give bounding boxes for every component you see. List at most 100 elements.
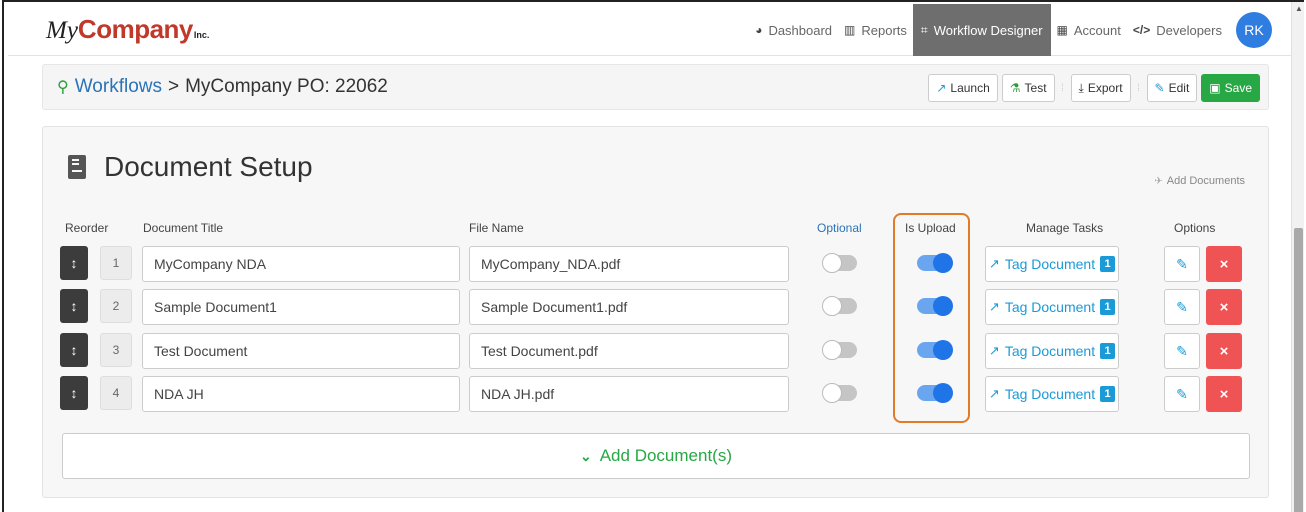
- nav-label: Developers: [1156, 22, 1222, 38]
- company-logo[interactable]: My Company Inc.: [46, 14, 209, 45]
- breadcrumb-workflows-link[interactable]: Workflows: [75, 76, 162, 98]
- reorder-handle[interactable]: ↕: [60, 376, 88, 410]
- chevron-down-icon: ⌄: [579, 447, 592, 464]
- task-count-badge: 1: [1100, 386, 1116, 402]
- row-number: 1: [100, 246, 132, 280]
- edit-document-button[interactable]: ✎: [1164, 246, 1200, 282]
- pencil-icon: ✎: [1176, 385, 1188, 402]
- pencil-icon: ✎: [1176, 342, 1188, 359]
- document-title-input[interactable]: MyCompany NDA: [142, 246, 460, 282]
- header-document-title: Document Title: [143, 221, 224, 235]
- reorder-handle[interactable]: ↕: [60, 246, 88, 280]
- delete-document-button[interactable]: ×: [1206, 246, 1242, 282]
- row-number: 2: [100, 289, 132, 323]
- breadcrumb-bar: ⚲ Workflows > MyCompany PO: 22062 ↗ Laun…: [42, 64, 1269, 110]
- user-avatar[interactable]: RK: [1236, 12, 1272, 48]
- file-name-input[interactable]: NDA JH.pdf: [469, 376, 789, 412]
- optional-toggle[interactable]: [822, 253, 857, 273]
- nav-item-account[interactable]: ▦ Account: [1051, 4, 1127, 56]
- launch-button[interactable]: ↗ Launch: [928, 74, 998, 102]
- launch-label: Launch: [950, 81, 990, 95]
- export-label: Export: [1087, 81, 1123, 95]
- file-name-input[interactable]: Sample Document1.pdf: [469, 289, 789, 325]
- toggle-knob: [933, 383, 953, 403]
- optional-toggle[interactable]: [822, 340, 857, 360]
- external-link-icon: ↗: [988, 343, 1000, 358]
- toolbar-divider: ⁞: [1061, 82, 1064, 94]
- table-row: ↕ 1 MyCompany NDA MyCompany_NDA.pdf ↗ Ta…: [43, 246, 1270, 282]
- document-title-input[interactable]: Sample Document1: [142, 289, 460, 325]
- task-count-badge: 1: [1100, 299, 1116, 315]
- external-link-icon: ↗: [936, 81, 947, 95]
- is-upload-toggle[interactable]: [917, 340, 953, 360]
- vertical-scrollbar[interactable]: ▲: [1291, 2, 1304, 512]
- account-icon: ▦: [1056, 23, 1068, 37]
- table-row: ↕ 3 Test Document Test Document.pdf ↗ Ta…: [43, 333, 1270, 369]
- reorder-handle[interactable]: ↕: [60, 289, 88, 323]
- edit-label: Edit: [1168, 81, 1190, 95]
- nav-item-developers[interactable]: </> Developers: [1127, 4, 1228, 56]
- nav-item-dashboard[interactable]: ◕ Dashboard: [749, 4, 838, 56]
- header-optional: Optional: [817, 221, 862, 235]
- external-link-icon: ↗: [988, 299, 1000, 314]
- document-title-input[interactable]: Test Document: [142, 333, 460, 369]
- test-button[interactable]: ⚗ Test: [1001, 74, 1055, 102]
- is-upload-toggle[interactable]: [917, 253, 953, 273]
- toggle-knob: [933, 253, 953, 273]
- add-documents-label: Add Documents: [1166, 175, 1245, 187]
- workflow-toolbar: ↗ Launch ⚗ Test ⁞ ⤓ Export ⁞ ✎ Edit ▣ Sa…: [928, 74, 1260, 102]
- tag-document-button[interactable]: ↗ Tag Document 1: [985, 289, 1119, 325]
- save-label: Save: [1224, 81, 1252, 95]
- dashboard-icon: ◕: [755, 23, 763, 37]
- file-name-input[interactable]: Test Document.pdf: [469, 333, 789, 369]
- toggle-knob: [933, 340, 953, 360]
- updown-arrow-icon: ↕: [70, 298, 78, 314]
- file-name-input[interactable]: MyCompany_NDA.pdf: [469, 246, 789, 282]
- nav-item-reports[interactable]: ▥ Reports: [838, 4, 913, 56]
- breadcrumb-separator: >: [168, 76, 180, 97]
- nav-label: Dashboard: [768, 22, 833, 38]
- reports-icon: ▥: [844, 23, 856, 37]
- toolbar-divider: ⁞: [1137, 82, 1140, 94]
- toggle-knob: [822, 383, 842, 403]
- edit-document-button[interactable]: ✎: [1164, 376, 1200, 412]
- optional-toggle[interactable]: [822, 383, 857, 403]
- tag-document-label: Tag Document: [1004, 343, 1096, 359]
- logo-company: Company: [77, 14, 193, 44]
- close-icon: ×: [1219, 385, 1229, 403]
- scrollbar-thumb[interactable]: [1294, 228, 1303, 512]
- optional-toggle[interactable]: [822, 296, 857, 316]
- add-documents-button[interactable]: ⌄ Add Document(s): [62, 433, 1250, 479]
- reorder-handle[interactable]: ↕: [60, 333, 88, 367]
- pin-icon: ✈: [1154, 175, 1163, 187]
- external-link-icon: ↗: [988, 386, 1000, 401]
- tag-document-button[interactable]: ↗ Tag Document 1: [985, 246, 1119, 282]
- header-manage-tasks: Manage Tasks: [1026, 221, 1104, 235]
- edit-workflow-button[interactable]: ✎ Edit: [1146, 74, 1198, 102]
- download-icon: ⤓: [1078, 80, 1084, 95]
- nav-item-workflow-designer[interactable]: ⌗ Workflow Designer: [912, 4, 1051, 56]
- tag-document-button[interactable]: ↗ Tag Document 1: [985, 333, 1119, 369]
- is-upload-toggle[interactable]: [917, 296, 953, 316]
- delete-document-button[interactable]: ×: [1206, 289, 1242, 325]
- close-icon: ×: [1219, 342, 1229, 360]
- is-upload-toggle[interactable]: [917, 383, 953, 403]
- scroll-up-arrow-icon[interactable]: ▲: [1295, 4, 1303, 13]
- nav-label: Account: [1073, 22, 1121, 38]
- external-link-icon: ↗: [988, 256, 1000, 271]
- pencil-icon: ✎: [1176, 255, 1188, 272]
- add-documents-link[interactable]: ✈ Add Documents: [1154, 175, 1245, 187]
- edit-document-button[interactable]: ✎: [1164, 289, 1200, 325]
- breadcrumb-current: MyCompany PO: 22062: [185, 76, 388, 97]
- tag-document-button[interactable]: ↗ Tag Document 1: [985, 376, 1119, 412]
- save-icon: ▣: [1209, 81, 1221, 95]
- save-button[interactable]: ▣ Save: [1201, 74, 1260, 102]
- export-button[interactable]: ⤓ Export: [1070, 74, 1131, 102]
- document-title-input[interactable]: NDA JH: [142, 376, 460, 412]
- test-label: Test: [1024, 81, 1047, 95]
- section-title: Document Setup: [68, 151, 313, 183]
- edit-document-button[interactable]: ✎: [1164, 333, 1200, 369]
- delete-document-button[interactable]: ×: [1206, 333, 1242, 369]
- document-setup-card: Document Setup ✈ Add Documents Reorder D…: [42, 126, 1269, 498]
- delete-document-button[interactable]: ×: [1206, 376, 1242, 412]
